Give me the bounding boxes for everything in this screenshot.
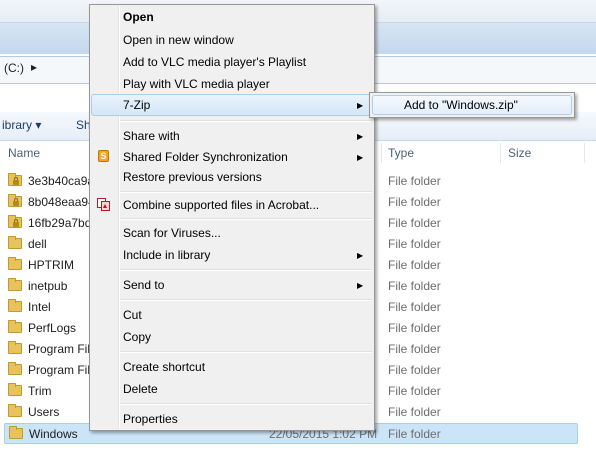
- menu-gutter-divider-light: [119, 6, 120, 428]
- column-header-name[interactable]: Name: [8, 143, 40, 163]
- shared-folder-sync-icon: S: [98, 150, 109, 162]
- menu-item-cut[interactable]: Cut: [123, 308, 142, 322]
- menu-item-7zip[interactable]: 7-Zip: [123, 98, 150, 112]
- file-name: Trim: [28, 384, 52, 398]
- menu-item-create-shortcut[interactable]: Create shortcut: [123, 360, 205, 374]
- file-name: PerfLogs: [28, 321, 77, 335]
- folder-icon: [8, 278, 22, 291]
- column-separator[interactable]: [584, 143, 585, 163]
- file-type: File folder: [388, 363, 441, 377]
- column-separator[interactable]: [500, 143, 501, 163]
- menu-item-share-with[interactable]: Share with: [123, 129, 180, 143]
- file-type: File folder: [388, 405, 441, 419]
- file-type: File folder: [388, 300, 441, 314]
- menu-separator: [120, 351, 372, 353]
- lock-icon: [13, 177, 19, 185]
- menu-item-open[interactable]: Open: [123, 10, 154, 24]
- menu-separator: [120, 299, 372, 301]
- file-type: File folder: [388, 384, 441, 398]
- submenu-arrow-icon: ▶: [357, 101, 364, 110]
- file-type: File folder: [388, 279, 441, 293]
- file-type: File folder: [388, 216, 441, 230]
- file-name: dell: [28, 237, 47, 251]
- menu-item-vlc-play[interactable]: Play with VLC media player: [123, 77, 270, 91]
- menu-item-delete[interactable]: Delete: [123, 382, 158, 396]
- file-type: File folder: [388, 427, 441, 441]
- folder-icon: [8, 341, 22, 354]
- submenu-item-add-to-zip-label: Add to "Windows.zip": [404, 98, 518, 112]
- organize-library-button[interactable]: ibrary ▾: [2, 118, 41, 132]
- address-chevron-icon[interactable]: ▸: [31, 60, 37, 74]
- menu-item-restore-versions[interactable]: Restore previous versions: [123, 170, 262, 184]
- file-name: Users: [28, 405, 60, 419]
- file-name: inetpub: [28, 279, 68, 293]
- menu-item-include-library[interactable]: Include in library: [123, 248, 210, 262]
- address-path[interactable]: (C:): [4, 61, 24, 75]
- file-name: Program Fil: [28, 363, 91, 377]
- menu-separator: [120, 120, 372, 122]
- menu-item-properties[interactable]: Properties: [123, 412, 178, 426]
- column-header-type[interactable]: Type: [388, 143, 414, 163]
- submenu-arrow-icon: ▶: [357, 251, 364, 260]
- file-name: 16fb29a7bd: [28, 216, 92, 230]
- column-header-size[interactable]: Size: [508, 143, 531, 163]
- menu-item-vlc-playlist[interactable]: Add to VLC media player's Playlist: [123, 55, 306, 69]
- file-type: File folder: [388, 237, 441, 251]
- column-separator[interactable]: [381, 143, 382, 163]
- file-name: HPTRIM: [28, 258, 74, 272]
- lock-icon: [13, 219, 19, 227]
- file-name: Program Fil: [28, 342, 91, 356]
- folder-icon: [8, 320, 22, 333]
- file-name: 8b048eaa94: [28, 195, 95, 209]
- lock-icon: [13, 198, 19, 206]
- submenu-arrow-icon: ▶: [357, 281, 364, 290]
- file-name: Intel: [28, 300, 51, 314]
- file-type: File folder: [388, 258, 441, 272]
- menu-separator: [120, 218, 372, 220]
- file-name: 3e3b40ca9a: [28, 174, 95, 188]
- folder-icon: [8, 236, 22, 249]
- folder-icon: [8, 362, 22, 375]
- file-name: Windows: [29, 427, 78, 441]
- menu-item-acrobat-combine[interactable]: Combine supported files in Acrobat...: [123, 198, 319, 212]
- submenu-arrow-icon: ▶: [357, 132, 364, 141]
- menu-item-send-to[interactable]: Send to: [123, 278, 164, 292]
- folder-icon: [9, 426, 23, 439]
- file-type: File folder: [388, 174, 441, 188]
- folder-icon: [8, 299, 22, 312]
- menu-item-open-new-window[interactable]: Open in new window: [123, 33, 234, 47]
- menu-item-copy[interactable]: Copy: [123, 330, 151, 344]
- menu-item-shared-folder-sync[interactable]: Shared Folder Synchronization: [123, 150, 288, 164]
- file-type: File folder: [388, 195, 441, 209]
- menu-separator: [120, 403, 372, 405]
- file-type: File folder: [388, 342, 441, 356]
- folder-icon: [8, 404, 22, 417]
- file-type: File folder: [388, 321, 441, 335]
- menu-separator: [120, 191, 372, 193]
- folder-icon: [8, 257, 22, 270]
- menu-item-scan-viruses[interactable]: Scan for Viruses...: [123, 226, 221, 240]
- acrobat-icon: [97, 198, 110, 211]
- menu-separator: [120, 269, 372, 271]
- submenu-arrow-icon: ▶: [357, 153, 364, 162]
- folder-icon: [8, 383, 22, 396]
